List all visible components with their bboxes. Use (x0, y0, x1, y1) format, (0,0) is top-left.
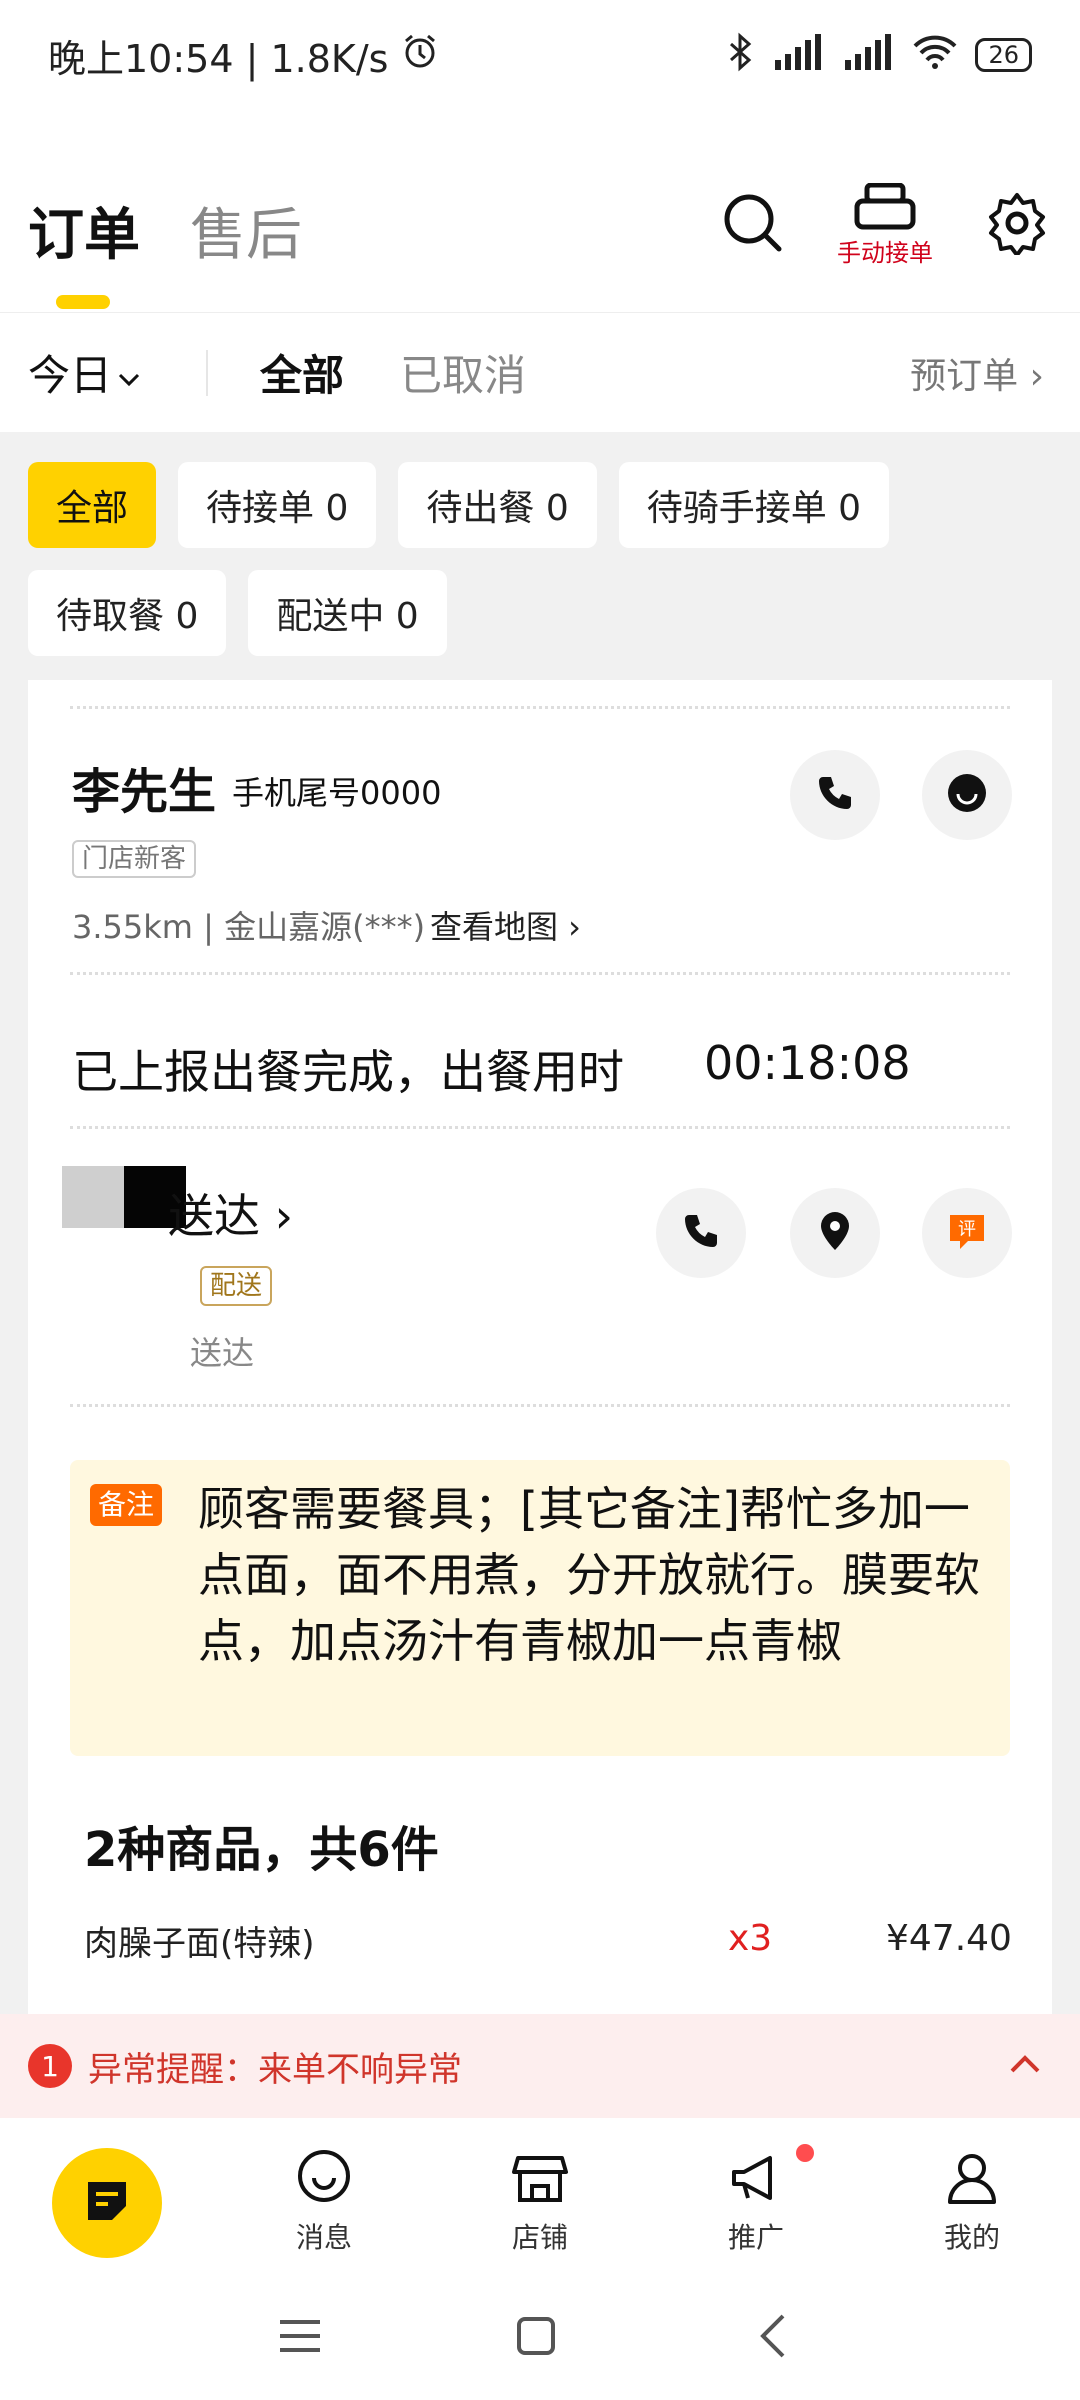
call-customer-button[interactable] (790, 750, 880, 840)
menu-button[interactable] (270, 2308, 330, 2368)
top-nav: 订单 售后 手动接单 (0, 130, 1080, 310)
nav-label: 消息 (295, 2221, 352, 2254)
order-card: 李先生 手机尾号0000 门店新客 3.55km | 金山嘉源(***) 查看地… (28, 680, 1052, 2014)
alarm-icon (400, 31, 440, 80)
search-button[interactable] (698, 170, 808, 280)
divider (70, 706, 1010, 709)
nav-promotion[interactable]: 推广 (686, 2148, 826, 2256)
chip-pending-meal[interactable]: 待出餐 0 (398, 462, 597, 548)
bottom-nav: 消息 店铺 推广 我的 (0, 2118, 1080, 2278)
svg-text:评: 评 (958, 1219, 976, 1240)
chat-customer-button[interactable] (922, 750, 1012, 840)
chevron-down-icon (118, 348, 140, 397)
manual-accept-label: 手动接单 (837, 238, 933, 267)
filter-tab-cancelled[interactable]: 已取消 (400, 342, 526, 403)
nav-store[interactable]: 店铺 (470, 2148, 610, 2256)
phone-icon (815, 773, 855, 817)
search-icon (721, 191, 785, 259)
items-summary: 2种商品，共6件 (84, 1822, 439, 1878)
status-bar: 晚上10:54 | 1.8K/s 26 (0, 0, 1080, 110)
menu-icon (278, 2318, 322, 2358)
date-dropdown[interactable]: 今日 (28, 342, 140, 403)
preorder-link[interactable]: 预订单 › (910, 347, 1044, 399)
alert-count-badge: 1 (28, 2044, 72, 2088)
order-content: 全部 待接单 0 待出餐 0 待骑手接单 0 待取餐 0 配送中 0 李先生 手… (0, 432, 1080, 2014)
redacted-block (62, 1166, 124, 1228)
bluetooth-icon (725, 32, 755, 79)
rate-rider-button[interactable]: 评 (922, 1188, 1012, 1278)
divider (70, 972, 1010, 975)
nav-profile[interactable]: 我的 (902, 2148, 1042, 2256)
home-button[interactable] (506, 2308, 566, 2368)
signal-icon-2 (843, 33, 895, 77)
alert-text: 异常提醒：来单不响异常 (88, 2049, 462, 2090)
tab-after-sales[interactable]: 售后 (190, 190, 302, 271)
rider-subtext: 送达 (190, 1334, 255, 1372)
rate-icon: 评 (946, 1211, 988, 1255)
rider-tag: 配送 (200, 1266, 273, 1306)
wifi-icon (913, 34, 957, 77)
settings-icon (985, 191, 1049, 259)
item-name: 肉臊子面(特辣) (84, 1924, 315, 1964)
megaphone-icon (726, 2148, 786, 2212)
date-label: 今日 (28, 351, 113, 400)
home-icon (516, 2316, 556, 2360)
chip-all[interactable]: 全部 (28, 462, 157, 548)
call-rider-button[interactable] (656, 1188, 746, 1278)
exception-alert-bar[interactable]: 1 异常提醒：来单不响异常 (0, 2014, 1080, 2118)
customer-name: 李先生 (72, 764, 217, 820)
tab-orders[interactable]: 订单 (28, 190, 140, 271)
item-price: ¥47.40 (886, 1918, 1012, 1959)
printer-icon (853, 182, 917, 239)
orders-fab-button[interactable] (52, 2148, 162, 2258)
customer-tag: 门店新客 (72, 840, 197, 878)
message-icon (294, 2148, 354, 2212)
profile-icon (942, 2148, 1002, 2212)
order-note-icon (80, 2174, 134, 2232)
notification-dot (796, 2144, 814, 2162)
chip-delivering[interactable]: 配送中 0 (248, 570, 447, 656)
chevron-up-icon[interactable] (1010, 2055, 1040, 2077)
divider (206, 349, 209, 396)
nav-messages[interactable]: 消息 (254, 2148, 394, 2256)
filter-bar: 今日 全部 已取消 预订单 › (0, 312, 1080, 432)
chip-pending-rider[interactable]: 待骑手接单 0 (618, 462, 890, 548)
rider-location-button[interactable] (790, 1188, 880, 1278)
meal-status: 已上报出餐完成，出餐用时 (72, 1045, 624, 1099)
chip-pending-pickup[interactable]: 待取餐 0 (28, 570, 227, 656)
phone-icon (681, 1211, 721, 1255)
view-map-link[interactable]: 查看地图 › (430, 902, 581, 948)
rider-status-link[interactable]: 送达 › (168, 1180, 293, 1246)
status-chips: 全部 待接单 0 待出餐 0 待骑手接单 0 待取餐 0 配送中 0 (0, 432, 1080, 656)
manual-accept-button[interactable]: 手动接单 (830, 170, 940, 280)
store-icon (510, 2148, 570, 2212)
back-icon (757, 2314, 787, 2362)
order-note: 备注 顾客需要餐具；[其它备注]帮忙多加一点面，面不用煮，分开放就行。膜要软点，… (70, 1460, 1010, 1756)
battery-indicator: 26 (975, 38, 1032, 72)
note-tag: 备注 (90, 1484, 163, 1526)
settings-button[interactable] (962, 170, 1072, 280)
back-button[interactable] (742, 2308, 802, 2368)
signal-icon (773, 33, 825, 77)
meal-time: 00:18:08 (704, 1036, 911, 1090)
divider (70, 1126, 1010, 1129)
location-pin-icon (817, 1210, 853, 1256)
chat-icon (946, 772, 988, 818)
active-tab-indicator (56, 295, 110, 309)
status-time-speed: 晚上10:54 | 1.8K/s (48, 36, 389, 81)
nav-label: 店铺 (511, 2221, 568, 2254)
filter-tab-all[interactable]: 全部 (260, 342, 344, 403)
nav-label: 我的 (943, 2221, 1000, 2254)
customer-distance-address: 3.55km | 金山嘉源(***) (72, 908, 426, 946)
nav-label: 推广 (727, 2221, 784, 2254)
system-nav (0, 2278, 1080, 2400)
divider (70, 1404, 1010, 1407)
chip-pending-accept[interactable]: 待接单 0 (178, 462, 377, 548)
note-text: 顾客需要餐具；[其它备注]帮忙多加一点面，面不用煮，分开放就行。膜要软点，加点汤… (198, 1482, 980, 1668)
item-qty: x3 (728, 1918, 773, 1959)
customer-phone-tail: 手机尾号0000 (232, 774, 442, 812)
